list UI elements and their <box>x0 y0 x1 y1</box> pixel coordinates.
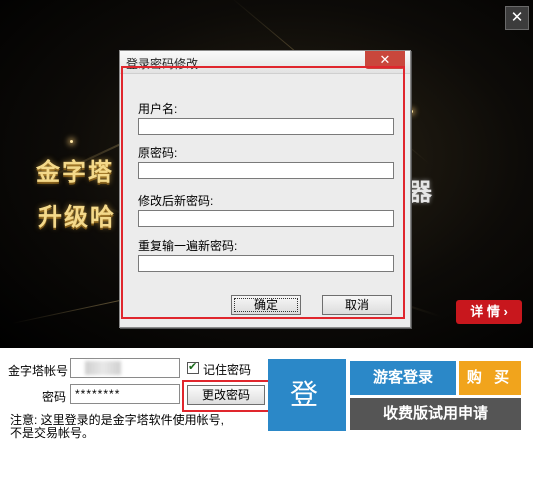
confirm-button[interactable]: 确定 <box>231 295 301 315</box>
remember-password-label: 记住密码 <box>203 363 252 377</box>
checkmark-icon: ✔ <box>188 361 198 373</box>
buy-button[interactable]: 购 买 <box>459 361 521 395</box>
window-close-button[interactable]: ✕ <box>505 6 529 30</box>
banner-headline-line2: 升级哈 <box>38 203 116 231</box>
new-password-label: 修改后新密码: <box>138 194 214 208</box>
account-value-blurred <box>85 361 121 375</box>
repeat-password-input[interactable] <box>138 255 394 272</box>
banner-headline-line1: 金字塔 <box>36 158 114 186</box>
sparkle <box>70 140 73 143</box>
dialog-title: 登录密码修改 <box>126 57 199 71</box>
close-icon: ✕ <box>510 9 524 26</box>
login-button[interactable]: 登 陆 <box>268 359 346 483</box>
close-icon: ✕ <box>379 52 391 67</box>
username-label: 用户名: <box>138 102 178 116</box>
details-button[interactable]: 详 情 › <box>456 300 522 324</box>
account-label: 金字塔帐号 <box>8 364 69 378</box>
trial-request-button[interactable]: 收费版试用申请 <box>350 398 521 430</box>
change-password-button[interactable]: 更改密码 <box>187 385 265 405</box>
banner-headline-tail: 器 <box>408 178 434 206</box>
username-input[interactable] <box>138 118 394 135</box>
new-password-input[interactable] <box>138 210 394 227</box>
login-note: 注意: 这里登录的是金字塔软件使用帐号, 不是交易帐号。 <box>10 414 224 440</box>
change-password-dialog: 登录密码修改 ✕ 用户名: 原密码: 修改后新密码: 重复输一遍新密码: 确定 … <box>119 50 411 328</box>
password-label: 密码 <box>42 390 67 404</box>
password-input[interactable] <box>70 384 180 404</box>
note-line-2: 不是交易帐号。 <box>10 426 95 440</box>
cancel-button[interactable]: 取消 <box>322 295 392 315</box>
dialog-close-button[interactable]: ✕ <box>365 51 405 69</box>
guest-login-button[interactable]: 游客登录 <box>350 361 456 395</box>
repeat-password-label: 重复输一遍新密码: <box>138 239 238 253</box>
dialog-titlebar[interactable]: 登录密码修改 ✕ <box>120 51 410 74</box>
old-password-input[interactable] <box>138 162 394 179</box>
remember-password-checkbox[interactable]: ✔ <box>187 361 199 374</box>
old-password-label: 原密码: <box>138 146 178 160</box>
